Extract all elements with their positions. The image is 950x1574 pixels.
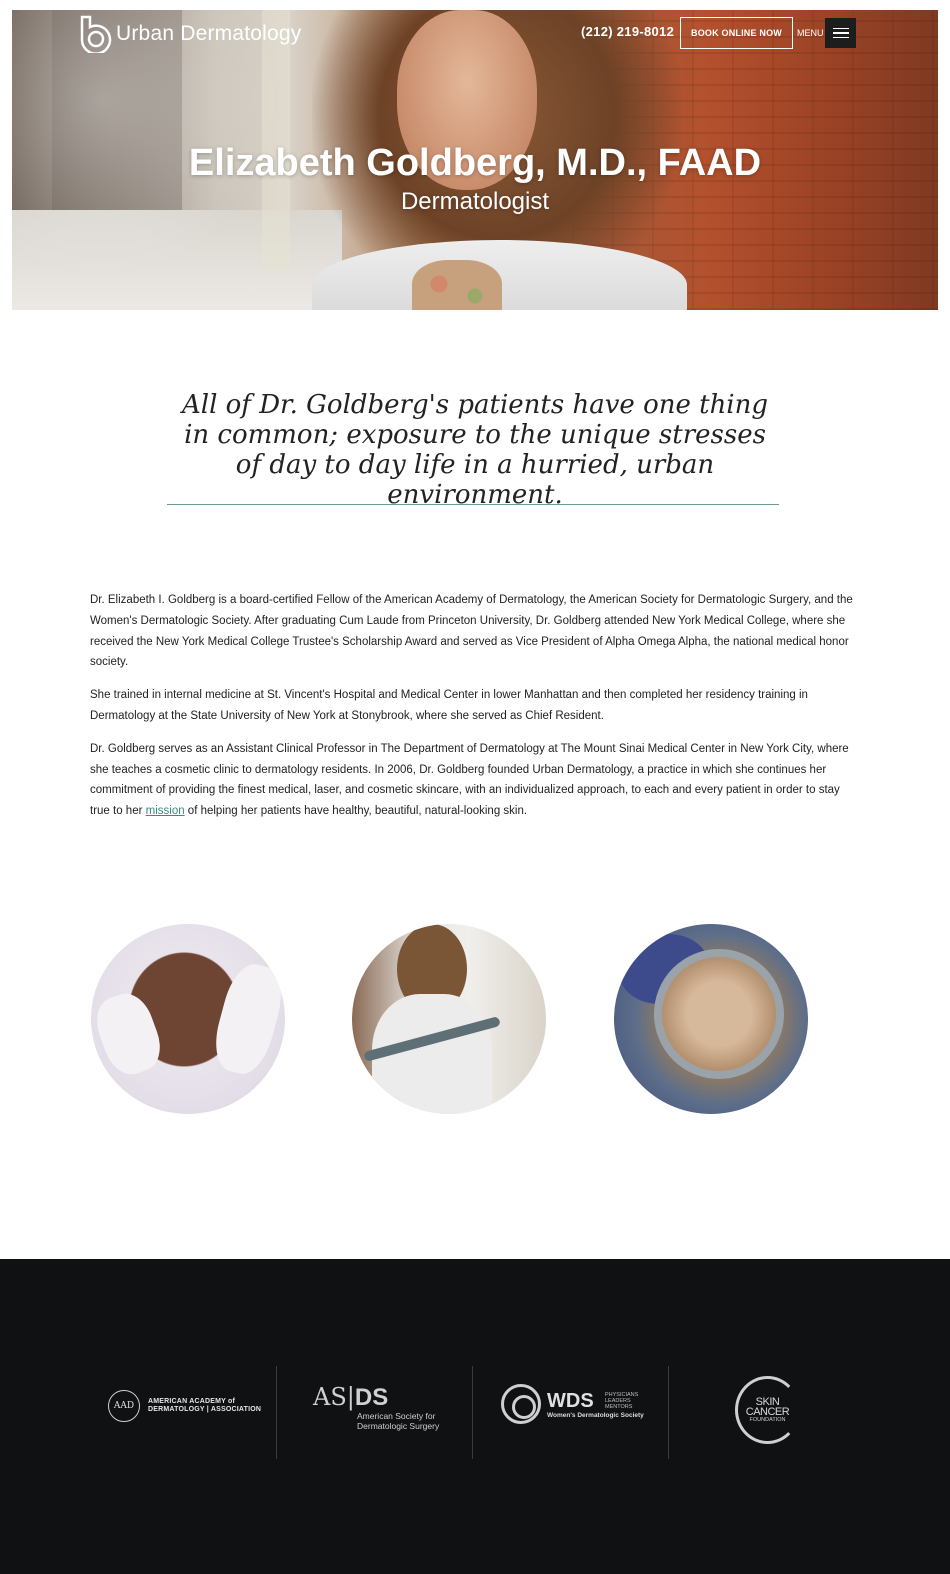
hamburger-icon-line bbox=[832, 32, 849, 34]
bio-paragraph-1: Dr. Elizabeth I. Goldberg is a board-cer… bbox=[90, 594, 853, 669]
wds-text: WDS Women's Dermatologic Society PHYSICI… bbox=[547, 1390, 644, 1419]
footer-divider bbox=[472, 1366, 473, 1459]
bio-paragraph-3: Dr. Goldberg serves as an Assistant Clin… bbox=[90, 739, 860, 822]
asds-mark-right: DS bbox=[354, 1384, 389, 1411]
phone-link[interactable]: (212) 219-8012 bbox=[581, 24, 674, 39]
scf-line-3: FOUNDATION bbox=[749, 1417, 786, 1423]
wds-swirl-icon bbox=[501, 1384, 541, 1424]
intro-quote: All of Dr. Goldberg's patients have one … bbox=[181, 390, 769, 510]
book-online-button[interactable]: BOOK ONLINE NOW bbox=[680, 17, 793, 49]
wds-tag-1: PHYSICIANS bbox=[605, 1391, 639, 1398]
aad-name: AMERICAN ACADEMY of DERMATOLOGY | ASSOCI… bbox=[148, 1398, 261, 1414]
hero-subtitle: Dermatologist bbox=[400, 188, 550, 215]
treatment-image-laser bbox=[352, 924, 546, 1114]
asds-line-2: Dermatologic Surgery bbox=[357, 1421, 440, 1431]
asds-logo[interactable]: AS|DS American Society for Dermatologic … bbox=[313, 1384, 439, 1431]
hero-banner: Urban Dermatology (212) 219-8012 BOOK ON… bbox=[12, 10, 938, 310]
footer-divider bbox=[668, 1366, 669, 1459]
logo-icon bbox=[80, 15, 112, 55]
bio-section: Dr. Elizabeth I. Goldberg is a board-cer… bbox=[90, 590, 860, 834]
wds-logo[interactable]: WDS Women's Dermatologic Society PHYSICI… bbox=[501, 1384, 644, 1424]
aad-logo[interactable]: AAD AMERICAN ACADEMY of DERMATOLOGY | AS… bbox=[108, 1390, 261, 1422]
gloved-hand-left bbox=[91, 987, 169, 1081]
hamburger-icon bbox=[832, 27, 849, 30]
asds-mark-left: AS bbox=[313, 1383, 347, 1411]
scf-line-2: CANCER bbox=[745, 1406, 790, 1418]
treatment-image-magnifier bbox=[614, 924, 808, 1114]
hero-title: Elizabeth Goldberg, M.D., FAAD bbox=[188, 142, 762, 184]
bio-paragraph-2: She trained in internal medicine at St. … bbox=[90, 689, 808, 722]
quote-divider bbox=[167, 504, 779, 505]
asds-line-1: American Society for bbox=[357, 1411, 436, 1421]
logo-text: Urban Dermatology bbox=[116, 22, 302, 45]
asds-mark: AS|DS bbox=[313, 1383, 389, 1411]
wds-name: Women's Dermatologic Society bbox=[547, 1411, 644, 1419]
gloved-hand-right bbox=[207, 958, 285, 1080]
menu-button[interactable] bbox=[825, 18, 856, 48]
menu-label[interactable]: MENU bbox=[797, 28, 824, 38]
hamburger-icon-line bbox=[832, 36, 849, 39]
treatment-image-facial bbox=[91, 924, 285, 1114]
aad-seal-icon: AAD bbox=[108, 1390, 140, 1422]
site-logo[interactable]: Urban Dermatology bbox=[80, 15, 302, 55]
mission-link[interactable]: mission bbox=[146, 805, 185, 817]
magnifier-lens bbox=[654, 949, 784, 1079]
aad-line-2: DERMATOLOGY | ASSOCIATION bbox=[148, 1406, 262, 1413]
wds-tagline: PHYSICIANS LEADERS MENTORS bbox=[605, 1392, 638, 1410]
wds-tag-3: MENTORS bbox=[605, 1403, 633, 1410]
footer-divider bbox=[276, 1366, 277, 1459]
skin-cancer-foundation-logo[interactable]: SKIN CANCER FOUNDATION bbox=[735, 1376, 800, 1444]
bio-paragraph-3-end: of helping her patients have healthy, be… bbox=[184, 805, 528, 818]
aad-line-1: AMERICAN ACADEMY of bbox=[148, 1398, 236, 1405]
hero-portrait-scarf bbox=[412, 260, 502, 310]
